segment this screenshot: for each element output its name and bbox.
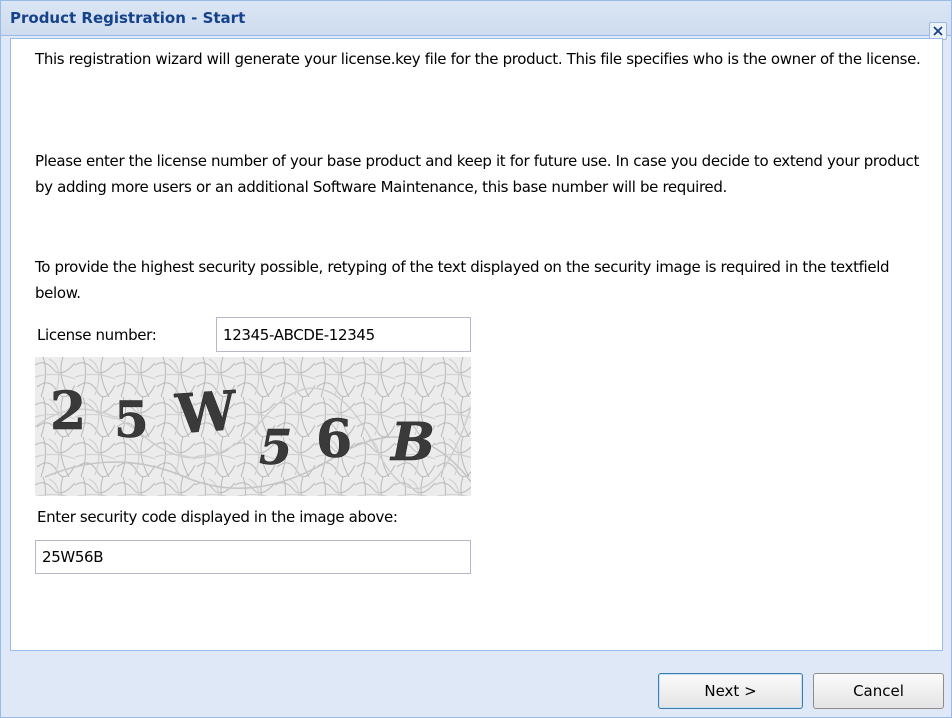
captcha-char-3: W	[173, 378, 240, 446]
captcha-char-5: 6	[316, 409, 352, 470]
next-button[interactable]: Next >	[658, 673, 803, 709]
security-code-input[interactable]	[35, 540, 471, 574]
security-code-image: 2 5 W 5 6 B	[34, 357, 472, 496]
close-icon	[933, 26, 943, 36]
cancel-button[interactable]: Cancel	[813, 673, 944, 709]
captcha-char-6: B	[389, 412, 435, 473]
captcha-char-1: 2	[50, 381, 86, 442]
dialog-title: Product Registration - Start	[10, 9, 246, 27]
license-number-input[interactable]	[216, 317, 471, 352]
intro-paragraph-3: To provide the highest security possible…	[35, 258, 890, 302]
captcha-char-2: 5	[114, 390, 149, 449]
intro-paragraph-1: This registration wizard will generate y…	[35, 50, 921, 68]
captcha-image: 2 5 W 5 6 B	[34, 357, 472, 496]
license-number-label: License number:	[37, 326, 157, 344]
captcha-char-4: 5	[259, 420, 292, 476]
intro-paragraph-2: Please enter the license number of your …	[35, 152, 919, 196]
dialog-titlebar[interactable]: Product Registration - Start	[1, 1, 951, 36]
security-code-label: Enter security code displayed in the ima…	[37, 508, 398, 526]
